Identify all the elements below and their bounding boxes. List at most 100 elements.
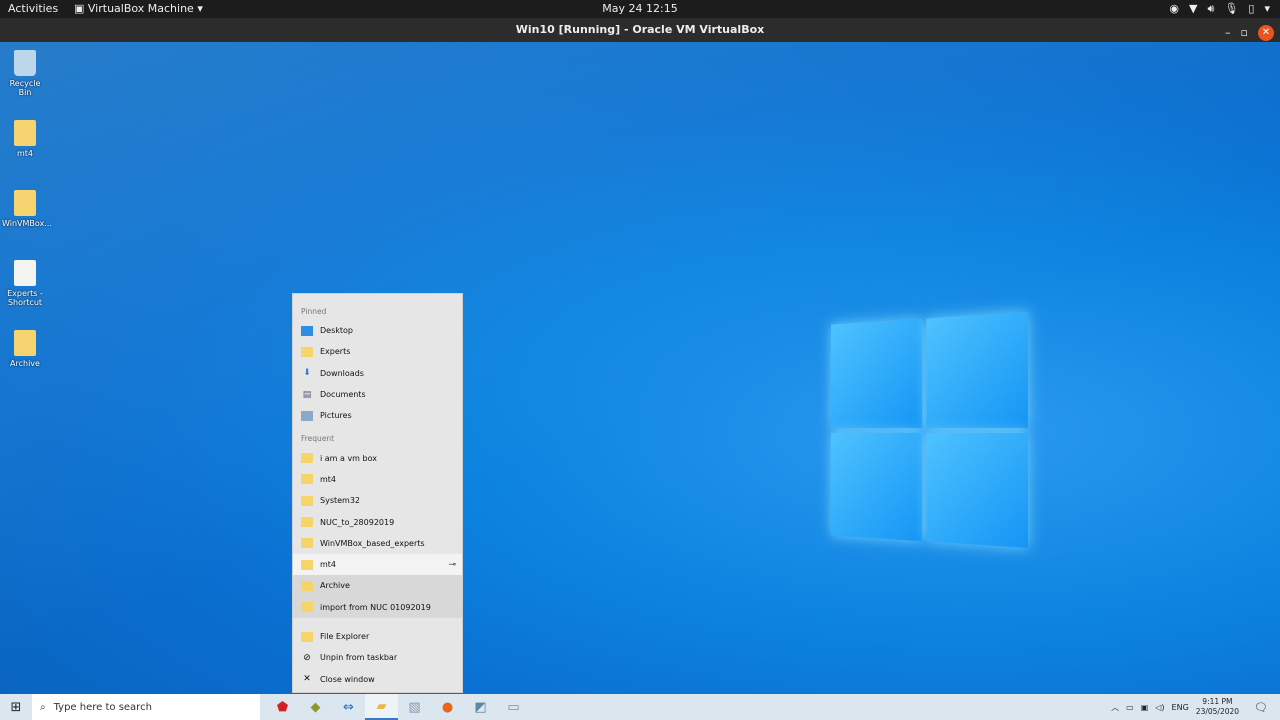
item-label: NUC_to_28092019 (320, 517, 395, 527)
notifications-icon[interactable]: 🗨︎ (1254, 701, 1268, 714)
folder-icon (14, 190, 36, 216)
pinned-item-experts[interactable]: Experts (293, 341, 462, 362)
pinned-item-downloads[interactable]: ⬇ Downloads (293, 363, 462, 384)
icon-label: mt4 (16, 149, 34, 158)
icon-label: Archive (10, 359, 40, 368)
item-label: Archive (320, 581, 350, 591)
volume-icon[interactable]: 🔊︎ (1208, 0, 1215, 18)
item-label: mt4 (320, 474, 337, 484)
item-label: Downloads (320, 368, 364, 378)
folder-icon (301, 346, 313, 357)
pinned-header: Pinned (301, 307, 327, 316)
taskbar-app-firefox-icon[interactable]: ● (431, 694, 464, 720)
search-icon: ⌕ (40, 701, 46, 713)
date: 23/05/2020 (1195, 707, 1240, 716)
file-explorer-jump-list: Pinned Desktop Experts ⬇ Downloads ▤ Docum… (292, 293, 463, 693)
frequent-item[interactable]: i am a vm box (293, 447, 462, 468)
frequent-item[interactable]: mt4 (293, 469, 462, 490)
window-title: Win10 [Running] - Oracle VM VirtualBox (515, 23, 765, 36)
item-label: System32 (320, 496, 361, 506)
item-label: import from NUC 01092019 (320, 602, 431, 612)
desktop-icon-winvmbox[interactable]: WinVMBox... (2, 190, 52, 228)
update-icon[interactable]: ◉ (1169, 0, 1179, 18)
microphone-icon[interactable]: 🎙︎ (1224, 0, 1238, 18)
frequent-item[interactable]: Archive (293, 575, 462, 597)
item-label: WinVMBox_based_experts (320, 538, 425, 548)
desktop-icon (301, 325, 313, 336)
folder-icon (14, 330, 36, 356)
item-label: mt4 (320, 560, 337, 570)
frequent-item[interactable]: import from NUC 01092019 (293, 596, 462, 618)
icon-label: Experts - Shortcut (7, 289, 43, 307)
recycle-bin-icon (14, 50, 36, 76)
language-indicator[interactable]: ENG (1172, 703, 1189, 712)
windows-taskbar: ⊞ ⌕ Type here to search ⬟ ◆ ⇔ ▰ ▧ ● ◩ ▭ ︿… (0, 694, 1280, 720)
system-menu-chevron-icon[interactable]: ▾ (1264, 0, 1270, 18)
taskbar-app-metatrader-icon[interactable]: ◆ (299, 694, 332, 720)
frequent-item[interactable]: mt4 ⊸ (293, 553, 462, 576)
action-close-window[interactable]: ✕ Close window (293, 668, 462, 689)
taskbar-clock[interactable]: 9:11 PM 23/05/2020 (1196, 697, 1239, 717)
activities-button[interactable]: Activities (8, 0, 58, 18)
item-label: Close window (320, 674, 375, 684)
search-box[interactable]: ⌕ Type here to search (32, 694, 260, 720)
pinned-item-pictures[interactable]: Pictures (293, 405, 462, 426)
taskbar-app-monitor-icon[interactable]: ▧ (398, 694, 431, 720)
taskbar-app-teamviewer-icon[interactable]: ⇔ (332, 694, 365, 720)
documents-icon: ▤ (302, 389, 312, 400)
windows-desktop: Recycle Bin mt4 WinVMBox... Experts - Sh… (0, 42, 1280, 694)
time: 9:11 PM (1202, 697, 1233, 706)
virtualbox-icon: ▣ (74, 2, 88, 15)
app-menu-label: VirtualBox Machine (87, 2, 194, 15)
folder-icon (301, 538, 313, 549)
frequent-header: Frequent (301, 434, 335, 444)
pin-icon[interactable]: ⊸ (448, 560, 456, 570)
action-file-explorer[interactable]: File Explorer (293, 626, 462, 647)
frequent-item[interactable]: System32 (293, 490, 462, 511)
close-icon: ✕ (303, 674, 311, 685)
desktop-icon-archive[interactable]: Archive (2, 330, 48, 368)
folder-icon (301, 495, 313, 506)
folder-icon (301, 474, 313, 485)
app-menu[interactable]: ▣ VirtualBox Machine ▾ (74, 0, 203, 18)
folder-icon (301, 580, 313, 591)
gnome-top-bar: Activities ▣ VirtualBox Machine ▾ May 24… (0, 0, 1280, 18)
show-hidden-icons-chevron-icon[interactable]: ︿ (1111, 702, 1119, 713)
icon-label: WinVMBox... (2, 219, 52, 228)
start-button[interactable]: ⊞ (0, 700, 32, 715)
frequent-item[interactable]: WinVMBox_based_experts (293, 533, 462, 554)
item-label: Documents (320, 390, 366, 400)
close-button[interactable]: ✕ (1258, 25, 1274, 41)
pinned-item-desktop[interactable]: Desktop (293, 320, 462, 341)
folder-icon (301, 559, 313, 570)
network-icon[interactable]: ▣ (1141, 703, 1149, 712)
unpin-icon: ⊘ (303, 652, 311, 663)
item-label: Experts (320, 347, 351, 357)
action-unpin-from-taskbar[interactable]: ⊘ Unpin from taskbar (293, 647, 462, 668)
volume-icon[interactable]: ◁) (1155, 703, 1164, 712)
desktop-icon-mt4[interactable]: mt4 (2, 120, 48, 158)
item-label: Pictures (320, 411, 352, 421)
desktop-icon-recycle-bin[interactable]: Recycle Bin (2, 50, 48, 97)
battery-icon[interactable]: ▭ (1126, 703, 1134, 712)
folder-icon (301, 453, 313, 464)
window-titlebar: Win10 [Running] - Oracle VM VirtualBox –… (0, 18, 1280, 42)
frequent-item[interactable]: NUC_to_28092019 (293, 511, 462, 532)
taskbar-app-remote-desktop-icon[interactable]: ▭ (497, 694, 530, 720)
system-tray: ︿ ▭ ▣ ◁) ENG 9:11 PM 23/05/2020 🗨︎ (1111, 694, 1280, 720)
wifi-icon[interactable]: ▼ (1189, 0, 1197, 18)
item-label: File Explorer (320, 632, 370, 641)
pictures-icon (301, 410, 313, 421)
search-placeholder: Type here to search (53, 701, 152, 713)
shortcut-folder-icon (14, 260, 36, 286)
desktop-icon-experts-shortcut[interactable]: Experts - Shortcut (2, 260, 48, 307)
pinned-item-documents[interactable]: ▤ Documents (293, 384, 462, 405)
taskbar-app-file-explorer-icon[interactable]: ▰ (365, 694, 398, 720)
download-icon: ⬇ (303, 368, 311, 379)
windows-logo-wallpaper (830, 312, 1028, 548)
taskbar-app-notepad-icon[interactable]: ◩ (464, 694, 497, 720)
battery-icon[interactable]: ▯ (1248, 0, 1254, 18)
folder-icon (301, 517, 313, 528)
folder-icon (301, 602, 313, 613)
taskbar-app-pdf-icon[interactable]: ⬟ (266, 694, 299, 720)
